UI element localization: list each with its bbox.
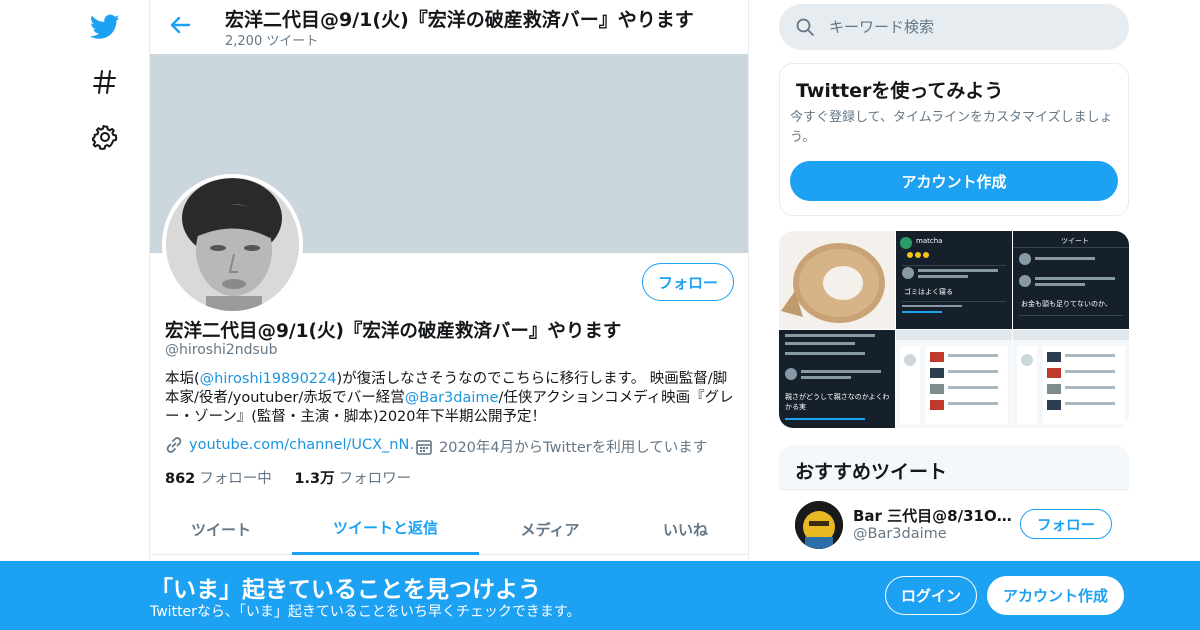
tab-tweets-and-replies[interactable]: ツイートと返信 xyxy=(292,503,479,555)
recommended-user-name: Bar 三代目@8/31ONLINE xyxy=(853,507,1013,525)
media-thumbnail-screenshot[interactable] xyxy=(896,330,1012,428)
tile-user-name: matcha xyxy=(916,237,943,245)
profile-website-text: youtube.com/channel/UCX_nN… xyxy=(189,437,424,453)
tweet-count: 2,200 ツイート xyxy=(225,34,319,49)
search-bar[interactable] xyxy=(779,4,1129,50)
follow-button[interactable]: フォロー xyxy=(642,263,734,301)
recommended-user[interactable]: Bar 三代目@8/31ONLINE @Bar3daime フォロー xyxy=(779,489,1129,561)
profile-website-link[interactable]: youtube.com/channel/UCX_nN… xyxy=(165,436,424,454)
tab-media[interactable]: メディア xyxy=(479,503,621,555)
left-navigation xyxy=(0,0,150,630)
followers-count: 1.3万 xyxy=(294,471,335,487)
tile-tweet-text: 親さがどうして親さなのかよくわかる実 xyxy=(785,393,890,411)
signup-prompt-bar: 「いま」起きていることを見つけよう Twitterなら、「いま」起きていることを… xyxy=(0,561,1200,630)
create-account-button[interactable]: アカウント作成 xyxy=(790,161,1118,201)
profile-stats: 862 フォロー中 1.3万 フォロワー xyxy=(165,467,429,488)
recommended-user-avatar[interactable] xyxy=(795,501,843,549)
login-button[interactable]: ログイン xyxy=(885,576,977,615)
profile-meta: youtube.com/channel/UCX_nN… 2020年4月からTwi… xyxy=(165,436,735,458)
twitter-logo-icon[interactable] xyxy=(88,10,122,44)
followers-label: フォロワー xyxy=(338,471,412,487)
followers-stat[interactable]: 1.3万 フォロワー xyxy=(294,467,411,488)
link-icon xyxy=(166,437,182,453)
header-title: 宏洋二代目@9/1(火)『宏洋の破産救済バー』やります xyxy=(225,9,694,31)
profile-bio: 本垢(@hiroshi19890224)が復活しなさそうなのでこちらに移行します… xyxy=(165,370,735,427)
calendar-icon xyxy=(416,439,432,455)
recommended-user-handle: @Bar3daime xyxy=(853,526,947,542)
search-input[interactable] xyxy=(829,18,1099,36)
profile-column: 宏洋二代目@9/1(火)『宏洋の破産救済バー』やります 2,200 ツイート フ… xyxy=(149,0,749,630)
tab-likes[interactable]: いいね xyxy=(621,503,748,555)
prompt-subtitle: Twitterなら、「いま」起きていることをいち早くチェックできます。 xyxy=(150,604,581,620)
media-grid: matcha ゴミはよく寝る ツイート お金も頭も足りてないのか、 親さがどうし… xyxy=(779,231,1129,428)
media-thumbnail-screenshot[interactable] xyxy=(1013,330,1129,428)
signup-card: Twitterを使ってみよう 今すぐ登録して、タイムラインをカスタマイズしましょ… xyxy=(779,63,1129,216)
following-count: 862 xyxy=(165,471,196,487)
profile-header-bar: 宏洋二代目@9/1(火)『宏洋の破産救済バー』やります 2,200 ツイート xyxy=(150,0,748,54)
profile-name: 宏洋二代目@9/1(火)『宏洋の破産救済バー』やります xyxy=(165,321,622,342)
profile-avatar[interactable] xyxy=(162,174,303,315)
media-thumbnail-tweet[interactable]: ツイート お金も頭も足りてないのか、 xyxy=(1013,231,1129,329)
prompt-title: 「いま」起きていることを見つけよう xyxy=(150,577,541,603)
tile-tweet-text: お金も頭も足りてないのか、 xyxy=(1021,300,1112,308)
profile-joined-text: 2020年4月からTwitterを利用しています xyxy=(439,440,708,456)
bio-mention-link[interactable]: @hiroshi19890224 xyxy=(200,371,337,387)
profile-tabs: ツイート ツイートと返信 メディア いいね xyxy=(150,503,748,555)
hashtag-icon[interactable] xyxy=(88,65,122,99)
signup-button[interactable]: アカウント作成 xyxy=(987,576,1124,615)
media-thumbnail-tweet[interactable]: 親さがどうして親さなのかよくわかる実 xyxy=(779,330,895,428)
recommended-follow-button[interactable]: フォロー xyxy=(1020,509,1112,539)
signup-card-description: 今すぐ登録して、タイムラインをカスタマイズしましょう。 xyxy=(790,110,1113,145)
tile-header-text: ツイート xyxy=(1061,237,1089,245)
media-thumbnail-tape[interactable] xyxy=(779,231,895,329)
following-label: フォロー中 xyxy=(199,471,272,487)
tile-tweet-text: ゴミはよく寝る xyxy=(904,288,953,296)
search-icon xyxy=(796,18,814,36)
bio-mention-link[interactable]: @Bar3daime xyxy=(405,390,499,406)
following-stat[interactable]: 862 フォロー中 xyxy=(165,467,272,488)
back-arrow-icon[interactable] xyxy=(168,12,194,38)
signup-card-title: Twitterを使ってみよう xyxy=(796,80,1004,102)
media-thumbnail-tweet[interactable]: matcha ゴミはよく寝る xyxy=(896,231,1012,329)
bio-text: 本垢( xyxy=(165,371,200,387)
profile-joined: 2020年4月からTwitterを利用しています xyxy=(415,436,707,457)
recommended-title: おすすめツイート xyxy=(795,461,948,483)
settings-gear-icon[interactable] xyxy=(88,120,122,154)
tab-tweets[interactable]: ツイート xyxy=(150,503,292,555)
profile-handle: @hiroshi2ndsub xyxy=(165,342,278,358)
